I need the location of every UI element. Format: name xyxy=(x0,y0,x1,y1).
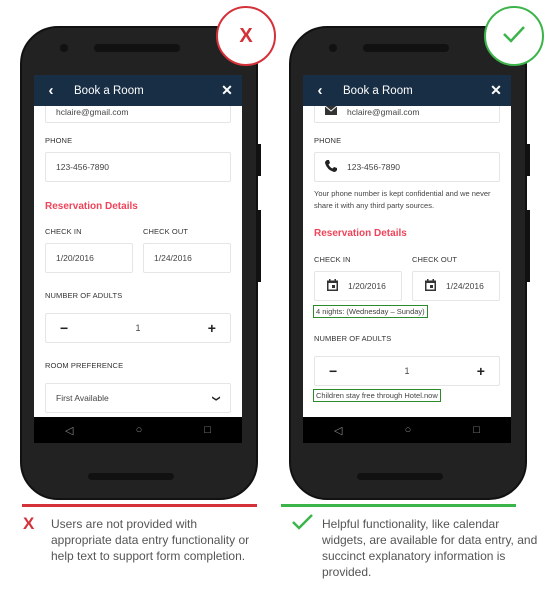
nights-hint: 4 nights: (Wednesday – Sunday) xyxy=(313,305,428,318)
section-title: Reservation Details xyxy=(314,228,407,239)
good-badge xyxy=(484,6,544,66)
adults-stepper[interactable]: − 1 + xyxy=(314,356,500,386)
back-icon[interactable]: ‹ xyxy=(34,82,68,99)
check-in-field[interactable]: 1/20/2016 xyxy=(314,271,402,301)
adults-label: NUMBER OF ADULTS xyxy=(45,291,123,300)
adults-value: 1 xyxy=(135,323,141,333)
phone-screen: ‹ Book a Room ✕ hclaire@gmail.com PHONE … xyxy=(34,75,242,443)
calendar-icon[interactable] xyxy=(425,278,436,294)
close-icon[interactable]: ✕ xyxy=(212,82,242,99)
plus-icon[interactable]: + xyxy=(208,320,216,336)
phone-help-text: Your phone number is kept confidential a… xyxy=(314,189,491,210)
nav-back-icon[interactable]: ◁ xyxy=(334,424,342,437)
email-field[interactable]: hclaire@gmail.com xyxy=(45,106,231,123)
adults-stepper[interactable]: − 1 + xyxy=(45,313,231,343)
minus-icon[interactable]: − xyxy=(60,320,68,336)
email-value: hclaire@gmail.com xyxy=(56,106,129,117)
minus-icon[interactable]: − xyxy=(329,363,337,379)
nav-recent-icon[interactable]: □ xyxy=(473,424,480,436)
check-out-field[interactable]: 1/24/2016 xyxy=(143,243,231,273)
checkmark-icon xyxy=(292,514,314,535)
children-hint: Children stay free through Hotel.now xyxy=(313,389,441,402)
android-nav-bar: ◁ ○ □ xyxy=(34,417,242,443)
phone-camera xyxy=(60,44,68,52)
form-content: hclaire@gmail.com PHONE 123-456-7890 You… xyxy=(303,106,511,417)
phone-side-button xyxy=(257,210,261,282)
checkmark-icon xyxy=(502,25,526,48)
phone-field[interactable]: 123-456-7890 xyxy=(314,152,500,182)
plus-icon[interactable]: + xyxy=(477,363,485,379)
phone-value: 123-456-7890 xyxy=(56,162,109,172)
good-example-panel: ‹ Book a Room ✕ hclaire@gmail.com PHONE … xyxy=(270,0,550,600)
check-in-label: CHECK IN xyxy=(45,227,82,236)
phone-camera xyxy=(329,44,337,52)
check-out-value: 1/24/2016 xyxy=(446,281,484,291)
phone-frame: ‹ Book a Room ✕ hclaire@gmail.com PHONE … xyxy=(289,26,530,500)
x-mark-icon: X xyxy=(23,514,35,533)
app-title: Book a Room xyxy=(343,84,413,97)
app-bar: ‹ Book a Room ✕ xyxy=(34,75,242,106)
bad-badge: X xyxy=(216,6,276,66)
bad-divider xyxy=(22,504,257,507)
phone-label: PHONE xyxy=(45,136,73,145)
check-in-value: 1/20/2016 xyxy=(348,281,386,291)
bad-example-panel: ‹ Book a Room ✕ hclaire@gmail.com PHONE … xyxy=(0,0,280,600)
adults-label: NUMBER OF ADULTS xyxy=(314,334,392,343)
adults-value: 1 xyxy=(404,366,410,376)
nav-home-icon[interactable]: ○ xyxy=(405,424,412,436)
app-title: Book a Room xyxy=(74,84,144,97)
phone-frame: ‹ Book a Room ✕ hclaire@gmail.com PHONE … xyxy=(20,26,261,500)
phone-screen: ‹ Book a Room ✕ hclaire@gmail.com PHONE … xyxy=(303,75,511,443)
room-preference-label: ROOM PREFERENCE xyxy=(45,361,124,370)
phone-icon xyxy=(325,159,337,175)
phone-side-button xyxy=(526,144,530,176)
nav-back-icon[interactable]: ◁ xyxy=(65,424,73,437)
back-icon[interactable]: ‹ xyxy=(303,82,337,99)
android-nav-bar: ◁ ○ □ xyxy=(303,417,511,443)
section-title: Reservation Details xyxy=(45,201,138,212)
check-in-field[interactable]: 1/20/2016 xyxy=(45,243,133,273)
nav-home-icon[interactable]: ○ xyxy=(136,424,143,436)
envelope-icon xyxy=(324,106,338,118)
phone-speaker xyxy=(94,44,180,52)
room-preference-select[interactable]: First Available ❯ xyxy=(45,383,231,413)
good-divider xyxy=(281,504,516,507)
nav-recent-icon[interactable]: □ xyxy=(204,424,211,436)
phone-label: PHONE xyxy=(314,136,342,145)
phone-side-button xyxy=(257,144,261,176)
chevron-down-icon: ❯ xyxy=(212,394,222,402)
phone-field[interactable]: 123-456-7890 xyxy=(45,152,231,182)
calendar-icon[interactable] xyxy=(327,278,338,294)
check-in-value: 1/20/2016 xyxy=(56,253,94,263)
close-icon[interactable]: ✕ xyxy=(481,82,511,99)
check-out-field[interactable]: 1/24/2016 xyxy=(412,271,500,301)
x-icon: X xyxy=(239,24,253,47)
room-preference-value: First Available xyxy=(56,393,109,403)
check-out-value: 1/24/2016 xyxy=(154,253,192,263)
check-in-label: CHECK IN xyxy=(314,255,351,264)
app-bar: ‹ Book a Room ✕ xyxy=(303,75,511,106)
check-out-label: CHECK OUT xyxy=(143,227,189,236)
form-content: hclaire@gmail.com PHONE 123-456-7890 Res… xyxy=(34,106,242,417)
phone-home-bar xyxy=(357,473,443,480)
phone-speaker xyxy=(363,44,449,52)
phone-value: 123-456-7890 xyxy=(347,162,400,172)
check-out-label: CHECK OUT xyxy=(412,255,458,264)
email-value: hclaire@gmail.com xyxy=(347,106,420,117)
email-field[interactable]: hclaire@gmail.com xyxy=(314,106,500,123)
good-caption: Helpful functionality, like calendar wid… xyxy=(322,517,538,579)
bad-caption: Users are not provided with appropriate … xyxy=(51,517,250,563)
phone-home-bar xyxy=(88,473,174,480)
phone-side-button xyxy=(526,210,530,282)
